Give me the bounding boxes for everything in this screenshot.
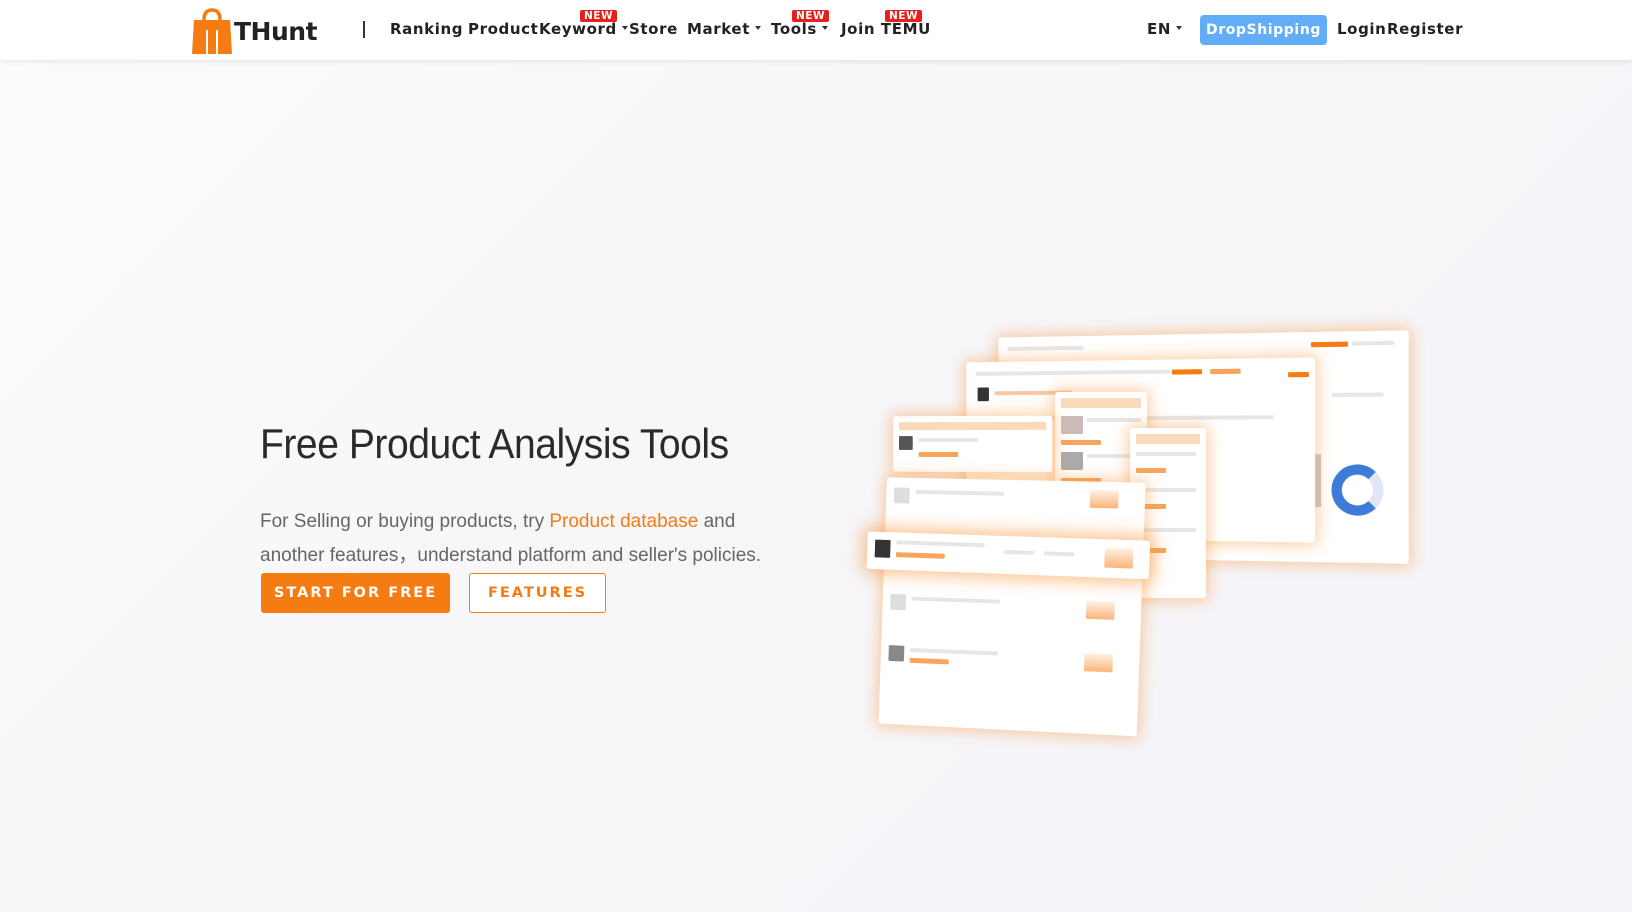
caret-down-icon <box>754 25 761 30</box>
nav-ranking[interactable]: Ranking <box>390 20 463 38</box>
nav-divider <box>363 21 365 38</box>
nav-tools-label: Tools <box>771 20 817 38</box>
nav-join-temu[interactable]: Join TEMU <box>841 20 931 38</box>
language-label: EN <box>1147 20 1172 38</box>
nav-keyword-dropdown[interactable]: Keyword <box>539 20 628 38</box>
nav-store[interactable]: Store <box>629 20 678 38</box>
logo[interactable]: THunt <box>192 8 318 54</box>
nav-keyword-label: Keyword <box>539 20 617 38</box>
hero-desc-text: For Selling or buying products, try <box>260 511 550 532</box>
caret-down-icon <box>821 25 828 30</box>
register-link[interactable]: Register <box>1387 20 1463 38</box>
dropshipping-button[interactable]: DropShipping <box>1200 15 1327 45</box>
login-link[interactable]: Login <box>1337 20 1386 38</box>
product-database-link[interactable]: Product database <box>549 511 698 532</box>
nav-market-dropdown[interactable]: Market <box>687 20 761 38</box>
illustration-panel <box>878 477 1146 737</box>
brand-name: THunt <box>234 16 318 46</box>
caret-down-icon <box>1176 25 1183 30</box>
shopping-bag-logo-icon <box>192 8 232 54</box>
nav-tools-dropdown[interactable]: Tools <box>771 20 828 38</box>
hero-description: For Selling or buying products, try Prod… <box>260 505 800 573</box>
language-selector[interactable]: EN <box>1147 20 1183 38</box>
features-button[interactable]: FEATURES <box>469 573 606 613</box>
start-for-free-button[interactable]: START FOR FREE <box>261 573 450 613</box>
top-nav-bar: THunt Ranking Product NEW Keyword Store … <box>0 0 1632 60</box>
caret-down-icon <box>621 25 628 30</box>
hero-title: Free Product Analysis Tools <box>260 420 729 467</box>
nav-product[interactable]: Product <box>468 20 538 38</box>
product-analysis-illustration <box>850 330 1420 737</box>
nav-market-label: Market <box>687 20 750 38</box>
illustration-panel <box>893 415 1053 473</box>
